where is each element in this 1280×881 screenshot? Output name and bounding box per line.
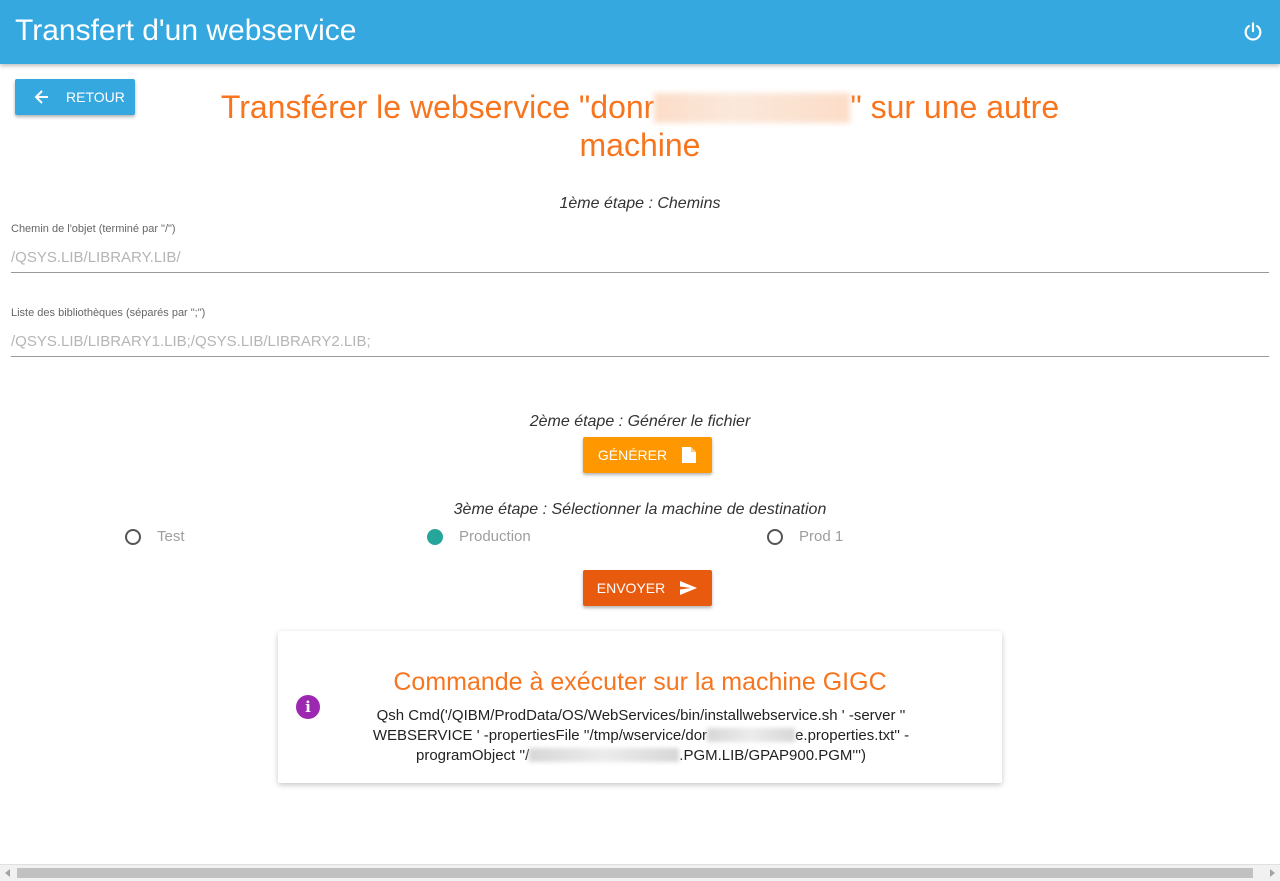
command-text: Qsh Cmd('/QIBM/ProdData/OS/WebServices/b… [318, 706, 964, 766]
scroll-right-icon[interactable] [1270, 869, 1275, 877]
back-button[interactable]: RETOUR [15, 79, 135, 115]
radio-circle-selected [427, 528, 443, 545]
step3-label: 3ème étape : Sélectionner la machine de … [453, 501, 827, 518]
libraries-label: Liste des bibliothèques (séparés par ";"… [11, 307, 206, 319]
redacted-name [654, 93, 851, 123]
libraries-input[interactable] [11, 327, 1269, 357]
generate-button[interactable]: GÉNÉRER [583, 437, 712, 473]
app-bar: Transfert d'un webservice [0, 0, 1280, 64]
radio-circle [767, 528, 783, 545]
command-line-2a: WEBSERVICE ' -propertiesFile ''/tmp/wser… [372, 727, 708, 744]
command-line-1: Qsh Cmd('/QIBM/ProdData/OS/WebServices/b… [376, 707, 906, 724]
radio-test-label: Test [157, 528, 185, 545]
step2-label: 2ème étape : Générer le fichier [529, 413, 751, 430]
power-icon[interactable] [1242, 21, 1264, 43]
scroll-left-icon[interactable] [5, 869, 10, 877]
command-line-3b: .PGM.LIB/GPAP900.PGM''') [679, 747, 866, 764]
object-path-label: Chemin de l'objet (terminé par "/") [11, 223, 176, 235]
command-line-3a: programObject ''/ [416, 747, 530, 764]
command-line-3: programObject ''/ .PGM.LIB/GPAP900.PGM'''… [318, 746, 964, 766]
radio-circle [125, 528, 141, 545]
horizontal-scrollbar[interactable] [0, 864, 1280, 881]
app-title: Transfert d'un webservice [15, 14, 357, 47]
step1-label: 1ème étape : Chemins [559, 195, 721, 212]
back-button-label: RETOUR [66, 89, 125, 105]
command-card: Commande à exécuter sur la machine GIGC … [278, 631, 1002, 783]
send-button-label: ENVOYER [596, 580, 666, 596]
radio-production-label: Production [459, 528, 531, 545]
redacted-text [707, 728, 796, 742]
object-path-input[interactable] [11, 243, 1269, 273]
command-title: Commande à exécuter sur la machine GIGC [393, 668, 887, 696]
radio-test[interactable]: Test [125, 528, 185, 545]
page-title: Transférer le webservice "donr " sur une … [200, 88, 1080, 164]
radio-prod1-label: Prod 1 [799, 528, 844, 545]
file-icon [682, 447, 697, 463]
command-line-2: WEBSERVICE ' -propertiesFile ''/tmp/wser… [318, 726, 964, 746]
radio-production[interactable]: Production [427, 528, 531, 545]
redacted-text [529, 748, 680, 762]
radio-prod1[interactable]: Prod 1 [767, 528, 843, 545]
scrollbar-thumb[interactable] [17, 868, 1253, 878]
generate-button-label: GÉNÉRER [597, 447, 668, 463]
info-icon: i [296, 695, 320, 719]
page-title-before: Transférer le webservice "donr [220, 89, 655, 125]
command-line-2b: e.properties.txt'' - [795, 727, 910, 744]
arrow-left-icon [34, 90, 48, 104]
send-icon [680, 581, 698, 595]
send-button[interactable]: ENVOYER [583, 570, 712, 606]
